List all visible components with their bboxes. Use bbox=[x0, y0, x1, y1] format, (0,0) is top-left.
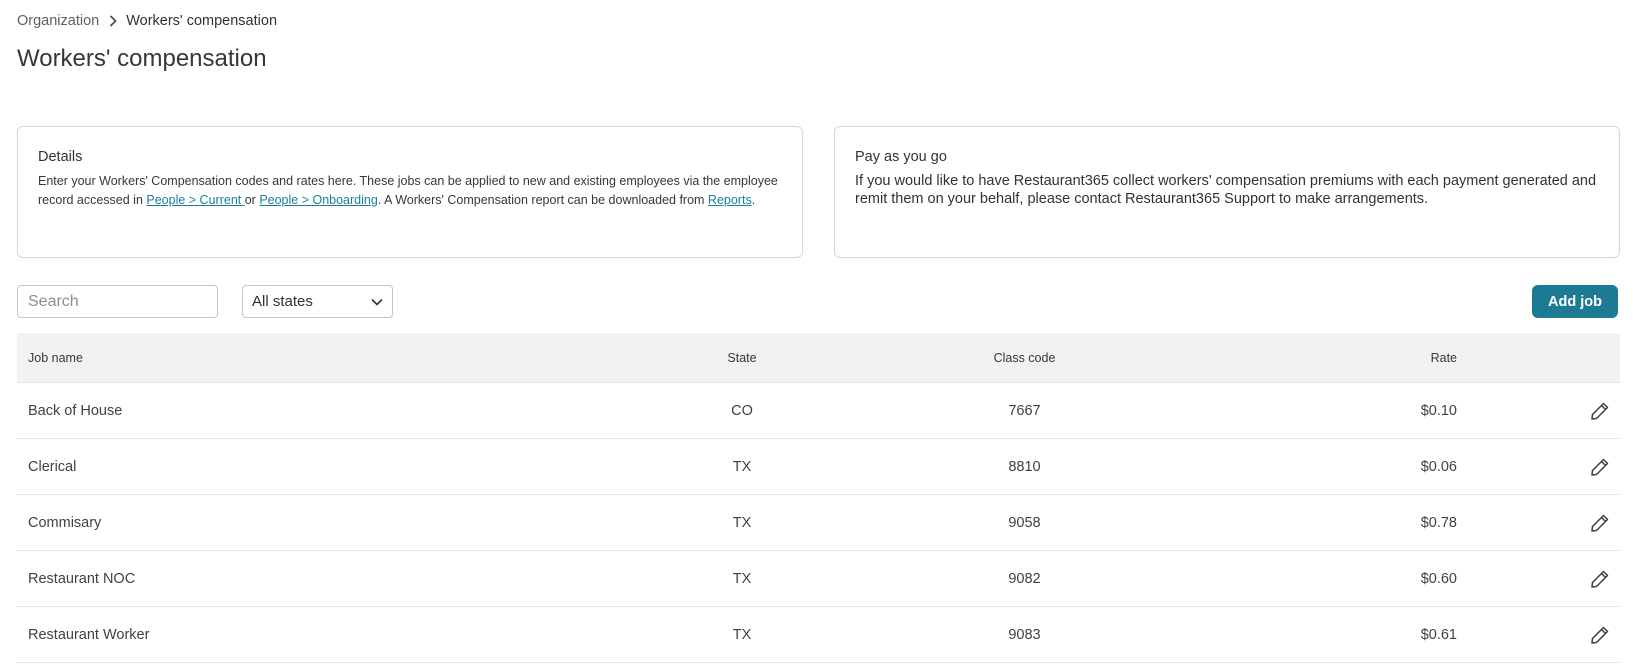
cell-actions bbox=[1457, 625, 1620, 645]
header-state[interactable]: State bbox=[617, 351, 867, 365]
details-text-4: . bbox=[751, 193, 756, 207]
cell-class-code: 9058 bbox=[1008, 514, 1041, 531]
cell-class-code: 9082 bbox=[1008, 570, 1041, 587]
cell-state: TX bbox=[732, 458, 752, 475]
pay-as-you-go-card: Pay as you go If you would like to have … bbox=[834, 126, 1620, 258]
cell-job-name: Commisary bbox=[28, 514, 102, 531]
workers-comp-table: Job name State Class code Rate Back of H… bbox=[17, 333, 1620, 663]
pay-as-you-go-text: If you would like to have Restaurant365 … bbox=[855, 173, 1597, 207]
cell-actions bbox=[1457, 513, 1620, 533]
details-card-text: Enter your Workers' Compensation codes a… bbox=[38, 172, 782, 210]
chevron-down-icon bbox=[371, 298, 383, 306]
cell-actions bbox=[1457, 457, 1620, 477]
page-title: Workers' compensation bbox=[17, 45, 267, 72]
details-text-3: . A Workers' Compensation report can be … bbox=[377, 193, 708, 207]
cell-actions bbox=[1457, 401, 1620, 421]
add-job-button[interactable]: Add job bbox=[1532, 285, 1618, 318]
state-filter-select[interactable]: All states bbox=[242, 285, 393, 318]
table-row: Back of House CO 7667 $0.10 bbox=[17, 383, 1620, 439]
header-job-name[interactable]: Job name bbox=[17, 351, 617, 365]
cell-rate: $0.10 bbox=[1420, 402, 1457, 419]
cell-class-code: 7667 bbox=[1008, 402, 1041, 419]
people-onboarding-link[interactable]: People > Onboarding bbox=[259, 193, 378, 207]
cell-rate: $0.06 bbox=[1420, 458, 1457, 475]
cell-state: TX bbox=[732, 626, 752, 643]
cell-actions bbox=[1457, 569, 1620, 589]
search-input[interactable] bbox=[17, 285, 218, 318]
cell-job-name: Restaurant Worker bbox=[28, 626, 150, 643]
pencil-edit-icon[interactable] bbox=[1590, 569, 1610, 589]
table-row: Restaurant NOC TX 9082 $0.60 bbox=[17, 551, 1620, 607]
pay-as-you-go-title: Pay as you go bbox=[855, 149, 947, 165]
cell-state: TX bbox=[732, 570, 752, 587]
details-card-title: Details bbox=[38, 149, 83, 165]
details-text-2: or bbox=[244, 193, 260, 207]
cell-job-name: Restaurant NOC bbox=[28, 570, 136, 587]
header-class-code[interactable]: Class code bbox=[867, 351, 1182, 365]
cell-state: CO bbox=[731, 402, 753, 419]
table-header-row: Job name State Class code Rate bbox=[17, 333, 1620, 383]
pencil-edit-icon[interactable] bbox=[1590, 513, 1610, 533]
cell-class-code: 8810 bbox=[1008, 458, 1041, 475]
cell-rate: $0.78 bbox=[1420, 514, 1457, 531]
cell-state: TX bbox=[732, 514, 752, 531]
table-row: Commisary TX 9058 $0.78 bbox=[17, 495, 1620, 551]
reports-link[interactable]: Reports bbox=[708, 193, 752, 207]
header-rate[interactable]: Rate bbox=[1182, 351, 1457, 365]
details-card: Details Enter your Workers' Compensation… bbox=[17, 126, 803, 258]
pencil-edit-icon[interactable] bbox=[1590, 401, 1610, 421]
cell-rate: $0.61 bbox=[1420, 626, 1457, 643]
cell-job-name: Back of House bbox=[28, 402, 123, 419]
breadcrumb-organization-link[interactable]: Organization bbox=[17, 13, 99, 29]
pencil-edit-icon[interactable] bbox=[1590, 625, 1610, 645]
chevron-right-icon bbox=[109, 15, 117, 27]
state-filter-value: All states bbox=[252, 293, 313, 310]
table-row: Restaurant Worker TX 9083 $0.61 bbox=[17, 607, 1620, 663]
table-row: Clerical TX 8810 $0.06 bbox=[17, 439, 1620, 495]
breadcrumb: Organization Workers' compensation bbox=[17, 13, 277, 29]
cell-rate: $0.60 bbox=[1420, 570, 1457, 587]
people-current-link[interactable]: People > Current bbox=[146, 193, 244, 207]
breadcrumb-current: Workers' compensation bbox=[126, 13, 278, 29]
cell-class-code: 9083 bbox=[1008, 626, 1041, 643]
cell-job-name: Clerical bbox=[28, 458, 77, 475]
pencil-edit-icon[interactable] bbox=[1590, 457, 1610, 477]
